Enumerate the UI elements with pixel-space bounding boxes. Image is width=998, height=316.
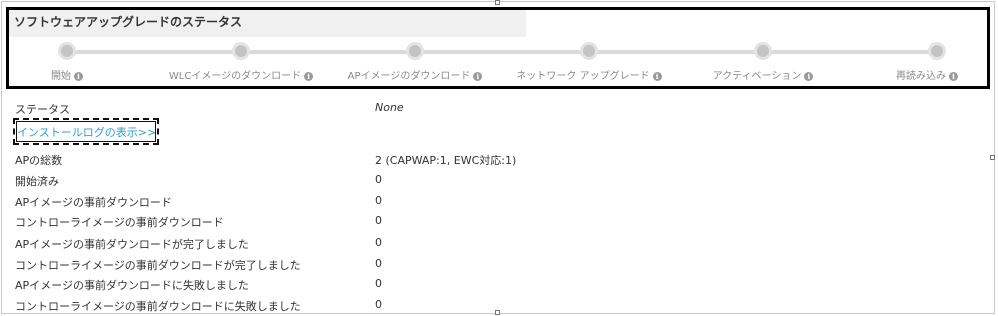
step-dot — [58, 42, 76, 60]
info-icon[interactable]: i — [473, 72, 483, 81]
row-value: 0 — [375, 214, 382, 227]
step-label: WLCイメージのダウンロード — [168, 71, 302, 82]
row-label: APイメージの事前ダウンロードが完了しました — [15, 238, 249, 251]
status-label: ステータス — [15, 103, 70, 116]
step-dot — [754, 42, 772, 60]
step-wlc-image-download: WLCイメージのダウンロード i — [141, 42, 341, 82]
step-label: アクティベーション — [712, 71, 802, 82]
resize-handle[interactable] — [495, 0, 500, 5]
row-label: APイメージの事前ダウンロードに失敗しました — [15, 279, 249, 292]
install-log-link-focus: インストールログの表示>> — [13, 118, 159, 145]
row-value: 2 (CAPWAP:1, EWC対応:1) — [375, 154, 517, 167]
step-reload: 再読み込み i — [837, 42, 994, 82]
row-value: 0 — [375, 277, 382, 290]
row-value: 0 — [375, 257, 382, 270]
step-dot — [406, 42, 424, 60]
row-value: 0 — [375, 298, 382, 311]
row-value: 0 — [375, 173, 382, 186]
step-label: 再読み込み — [896, 71, 946, 82]
step-label: APイメージのダウンロード — [347, 71, 471, 82]
info-icon[interactable]: i — [949, 72, 958, 81]
step-label: 開始 — [51, 71, 71, 82]
row-label: コントローライメージの事前ダウンロード — [15, 216, 224, 229]
resize-handle[interactable] — [990, 155, 995, 160]
info-icon[interactable]: i — [74, 72, 83, 81]
install-log-link[interactable]: インストールログの表示>> — [17, 124, 156, 140]
row-label: APの総数 — [15, 154, 63, 167]
step-dot — [928, 42, 946, 60]
step-dot — [232, 42, 250, 60]
row-label: コントローライメージの事前ダウンロードに失敗しました — [15, 300, 301, 313]
info-icon[interactable]: i — [804, 72, 814, 81]
upgrade-status-title: ソフトウェアアップグレードのステータス — [14, 15, 243, 29]
resize-handle[interactable] — [495, 310, 500, 315]
step-ap-image-download: APイメージのダウンロード i — [315, 42, 515, 82]
upgrade-progress-box: ソフトウェアアップグレードのステータス 開始 i WLCイメージのダウンロード i … — [6, 7, 990, 89]
row-label: APイメージの事前ダウンロード — [15, 196, 172, 209]
row-label: 開始済み — [15, 175, 59, 188]
status-value: None — [375, 101, 404, 114]
row-value: 0 — [375, 194, 382, 207]
step-dot — [580, 42, 598, 60]
row-value: 0 — [375, 236, 382, 249]
upgrade-status-panel: ソフトウェアアップグレードのステータス 開始 i WLCイメージのダウンロード i … — [1, 1, 995, 314]
step-network-upgrade: ネットワーク アップグレード i — [489, 42, 689, 82]
row-label: コントローライメージの事前ダウンロードが完了しました — [15, 259, 301, 272]
info-icon[interactable]: i — [304, 72, 314, 81]
step-label: ネットワーク アップグレード — [516, 71, 650, 82]
info-icon[interactable]: i — [652, 72, 662, 81]
